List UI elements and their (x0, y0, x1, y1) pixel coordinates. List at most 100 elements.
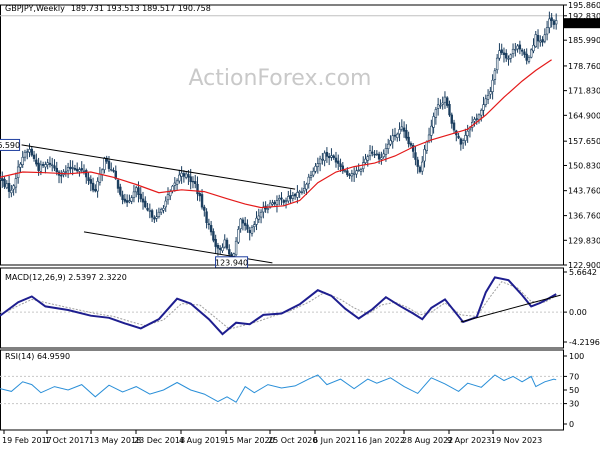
candle-body (223, 239, 226, 248)
candle-body (421, 161, 424, 172)
candle-body (130, 197, 133, 202)
candle-body (89, 179, 93, 184)
candle-body (75, 168, 79, 172)
candle-body (384, 148, 388, 155)
candle-body (489, 91, 492, 95)
candle-body (368, 150, 372, 157)
candle-body (355, 170, 358, 175)
rsi-y-tick-label: 30 (569, 400, 579, 409)
candle-body (175, 180, 179, 185)
candle-body (103, 157, 106, 170)
candle-body (187, 174, 190, 178)
candle-body (144, 200, 147, 208)
candle-body (26, 151, 29, 153)
candle-body (523, 51, 526, 55)
current-price-label: 190.758 (567, 19, 600, 28)
candle-body (386, 143, 390, 149)
rsi-label: RSI(14) 64.9590 (5, 352, 70, 361)
candle-body (21, 156, 24, 166)
candle-body (466, 130, 469, 137)
candle-body (448, 104, 451, 116)
candle-body (139, 193, 142, 200)
candle-body (257, 215, 260, 220)
candle-body (53, 165, 56, 169)
candle-body (141, 198, 145, 203)
candle-body (554, 20, 558, 25)
candle-body (10, 189, 13, 194)
candle-body (316, 163, 320, 167)
candle-body (532, 44, 535, 52)
candle-body (400, 126, 404, 130)
candle-body (125, 200, 129, 203)
candle-body (514, 49, 517, 51)
candle-body (157, 211, 161, 217)
candle-body (498, 50, 501, 59)
candle-body (182, 173, 186, 177)
candle-body (530, 49, 533, 58)
candle-body (491, 79, 494, 92)
candle-body (85, 170, 88, 178)
candle-body (518, 44, 522, 50)
candle-body (446, 97, 449, 106)
candle-body (371, 151, 374, 154)
candle-body (450, 114, 453, 124)
x-axis-label: 25 Oct 2020 (268, 436, 317, 445)
candle-body (241, 219, 245, 224)
candle-body (480, 110, 483, 116)
candle-body (12, 185, 15, 190)
candle-body (225, 239, 229, 249)
macd-label: MACD(12,26,9) 2.5397 2.3220 (5, 273, 127, 282)
candle-body (248, 230, 251, 233)
candle-body (520, 49, 524, 52)
candle-body (364, 158, 367, 163)
candle-body (393, 134, 397, 137)
candle-body (321, 158, 324, 161)
candle-body (527, 57, 531, 62)
candle-body (396, 133, 399, 138)
candle-body (41, 164, 45, 166)
x-axis-label: 1 Oct 2017 (45, 436, 89, 445)
candle-body (37, 162, 40, 171)
candle-body (409, 143, 413, 146)
candle-body (189, 176, 192, 183)
candle-body (0, 178, 2, 180)
candle-body (548, 18, 551, 29)
x-axis-label: 4 Aug 2019 (179, 436, 225, 445)
candle-body (552, 20, 556, 25)
candle-body (239, 218, 242, 229)
candle-body (212, 231, 215, 241)
rsi-y-tick-label: 50 (569, 386, 579, 395)
candle-body (64, 171, 68, 173)
candle-body (30, 148, 33, 156)
x-axis-label: 6 Jun 2021 (313, 436, 356, 445)
candle-body (439, 105, 442, 107)
candle-body (414, 152, 417, 160)
candle-body (259, 211, 263, 218)
main-y-tick-label: 185.990 (568, 36, 600, 45)
candle-body (343, 170, 347, 172)
main-y-tick-label: 164.900 (568, 111, 600, 120)
candle-body (337, 160, 340, 164)
candle-body (323, 152, 326, 161)
candle-body (291, 195, 295, 199)
candle-body (457, 135, 460, 139)
candle-body (309, 175, 313, 178)
candle-body (132, 191, 136, 198)
candle-body (46, 162, 49, 166)
candle-body (436, 104, 440, 109)
candle-body (166, 194, 170, 201)
candle-body (71, 167, 74, 169)
candle-body (196, 183, 199, 195)
annotation-label: 123.940 (215, 258, 248, 267)
candle-body (296, 192, 299, 198)
candle-body (273, 201, 276, 205)
candle-body (39, 164, 43, 172)
candle-body (507, 58, 510, 60)
candle-body (55, 167, 58, 173)
candle-body (502, 52, 506, 55)
candle-body (475, 118, 478, 120)
candle-body (282, 200, 285, 203)
candle-body (334, 157, 338, 163)
candle-body (525, 53, 528, 61)
candle-body (98, 173, 102, 183)
